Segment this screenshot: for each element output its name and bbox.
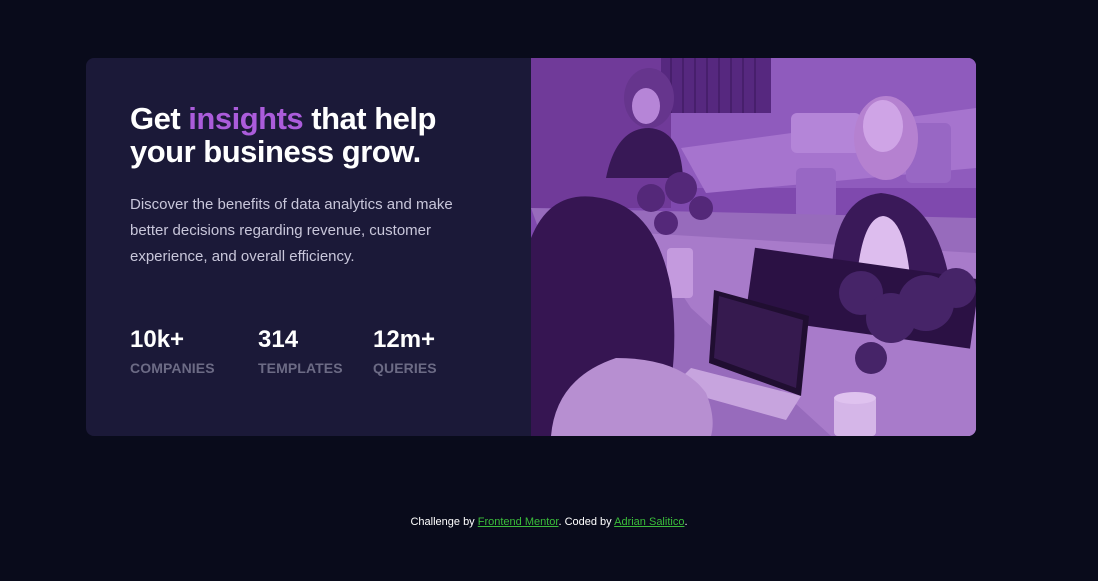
attribution: Challenge by Frontend Mentor. Coded by A… [0,516,1098,528]
stat-label: TEMPLATES [258,360,343,376]
image-tint-overlay [531,58,976,436]
headline-accent: insights [188,101,304,136]
stat-queries: 12m+ QUERIES [373,326,473,376]
stat-value: 10k+ [130,326,185,353]
stats-row: 10k+ COMPANIES 314 TEMPLATES 12m+ QUERIE… [130,326,487,376]
stat-templates: 314 TEMPLATES [258,326,373,376]
stat-value: 314 [258,326,299,353]
stats-preview-card: Get insights that help your business gro… [86,58,976,436]
description: Discover the benefits of data analytics … [130,196,453,265]
frontend-mentor-link[interactable]: Frontend Mentor [478,516,559,528]
stat-value: 12m+ [373,326,436,353]
stat-label: QUERIES [373,360,437,376]
headline-part-1: Get [130,101,189,136]
header-image [531,58,976,436]
author-link[interactable]: Adrian Salitico [614,516,684,528]
card-content: Get insights that help your business gro… [86,58,531,436]
attribution-middle: . Coded by [558,516,615,528]
attribution-prefix: Challenge by [410,516,478,528]
headline: Get insights that help your business gro… [130,102,487,168]
attribution-suffix: . [684,516,688,528]
stat-label: COMPANIES [130,360,215,376]
stat-companies: 10k+ COMPANIES [130,326,258,376]
